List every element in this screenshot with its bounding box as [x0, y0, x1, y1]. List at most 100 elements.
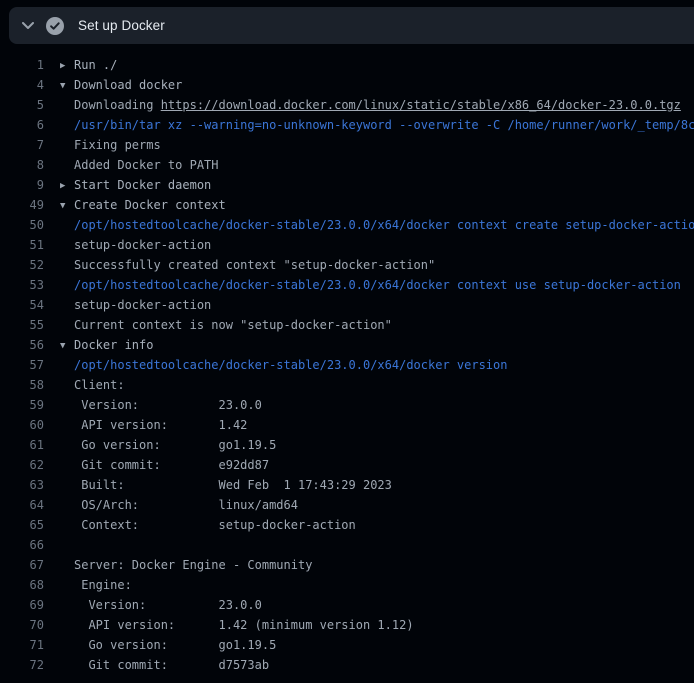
group-title[interactable]: Create Docker context [74, 198, 226, 212]
log-text: Added Docker to PATH [74, 158, 219, 172]
log-line: 65 Context: setup-docker-action [0, 515, 694, 535]
log-line: 1 ▶Run ./ [0, 55, 694, 75]
line-content: /usr/bin/tar xz --warning=no-unknown-key… [60, 115, 694, 135]
line-number[interactable]: 51 [0, 235, 44, 255]
log-text: Git commit: e92dd87 [74, 458, 269, 472]
line-content: Successfully created context "setup-dock… [60, 255, 435, 275]
line-number[interactable]: 1 [0, 55, 44, 75]
line-number[interactable]: 67 [0, 555, 44, 575]
log-line: 68 Engine: [0, 575, 694, 595]
log-line: 62 Git commit: e92dd87 [0, 455, 694, 475]
line-number[interactable]: 68 [0, 575, 44, 595]
line-number[interactable]: 7 [0, 135, 44, 155]
caret-right-icon[interactable]: ▶ [60, 56, 74, 76]
command-text: /opt/hostedtoolcache/docker-stable/23.0.… [74, 278, 681, 292]
log-line: 54 setup-docker-action [0, 295, 694, 315]
line-content: API version: 1.42 (minimum version 1.12) [60, 615, 414, 635]
line-content: setup-docker-action [60, 295, 211, 315]
log-text: Version: 23.0.0 [74, 598, 262, 612]
line-content [60, 535, 74, 555]
line-content: /opt/hostedtoolcache/docker-stable/23.0.… [60, 275, 681, 295]
log-line: 67Server: Docker Engine - Community [0, 555, 694, 575]
command-text: /opt/hostedtoolcache/docker-stable/23.0.… [74, 358, 507, 372]
line-number[interactable]: 50 [0, 215, 44, 235]
log-line: 9 ▶Start Docker daemon [0, 175, 694, 195]
line-number[interactable]: 53 [0, 275, 44, 295]
log-text: setup-docker-action [74, 238, 211, 252]
group-title[interactable]: Download docker [74, 78, 182, 92]
line-number[interactable]: 60 [0, 415, 44, 435]
caret-right-icon[interactable]: ▶ [60, 176, 74, 196]
log-line: 69 Version: 23.0.0 [0, 595, 694, 615]
caret-down-icon[interactable]: ▼ [60, 76, 74, 96]
line-content: Current context is now "setup-docker-act… [60, 315, 392, 335]
line-number[interactable]: 70 [0, 615, 44, 635]
group-title[interactable]: Start Docker daemon [74, 178, 211, 192]
line-content: Version: 23.0.0 [60, 595, 262, 615]
log-text: Engine: [74, 578, 132, 592]
line-content: Git commit: e92dd87 [60, 455, 269, 475]
line-content: OS/Arch: linux/amd64 [60, 495, 298, 515]
log-text: Current context is now "setup-docker-act… [74, 318, 392, 332]
line-number[interactable]: 61 [0, 435, 44, 455]
log-text: OS/Arch: linux/amd64 [74, 498, 298, 512]
log-line: 57/opt/hostedtoolcache/docker-stable/23.… [0, 355, 694, 375]
line-content: /opt/hostedtoolcache/docker-stable/23.0.… [60, 215, 694, 235]
line-content: setup-docker-action [60, 235, 211, 255]
line-number[interactable]: 6 [0, 115, 44, 135]
log-text: Downloading [74, 98, 161, 112]
download-url-link[interactable]: https://download.docker.com/linux/static… [161, 98, 681, 112]
line-content: ▶Run ./ [60, 55, 117, 75]
check-circle-icon [46, 17, 64, 35]
line-number[interactable]: 9 [0, 175, 44, 195]
line-number[interactable]: 63 [0, 475, 44, 495]
log-text: Fixing perms [74, 138, 161, 152]
log-text: Go version: go1.19.5 [74, 438, 276, 452]
line-number[interactable]: 57 [0, 355, 44, 375]
group-title[interactable]: Docker info [74, 338, 153, 352]
log-text: API version: 1.42 (minimum version 1.12) [74, 618, 414, 632]
log-line: 70 API version: 1.42 (minimum version 1.… [0, 615, 694, 635]
line-content: ▼Docker info [60, 335, 153, 355]
line-number[interactable]: 4 [0, 75, 44, 95]
line-content: Version: 23.0.0 [60, 395, 262, 415]
log-text: Git commit: d7573ab [74, 658, 269, 672]
line-number[interactable]: 65 [0, 515, 44, 535]
line-number[interactable]: 52 [0, 255, 44, 275]
step-title: Set up Docker [78, 18, 165, 33]
caret-down-icon[interactable]: ▼ [60, 336, 74, 356]
caret-down-icon[interactable]: ▼ [60, 196, 74, 216]
line-content: /opt/hostedtoolcache/docker-stable/23.0.… [60, 355, 507, 375]
log-line: 59 Version: 23.0.0 [0, 395, 694, 415]
line-number[interactable]: 49 [0, 195, 44, 215]
line-number[interactable]: 72 [0, 655, 44, 675]
line-number[interactable]: 59 [0, 395, 44, 415]
line-content: ▶Start Docker daemon [60, 175, 211, 195]
line-content: Engine: [60, 575, 132, 595]
command-text: /usr/bin/tar xz --warning=no-unknown-key… [74, 118, 694, 132]
line-content: Client: [60, 375, 125, 395]
line-number[interactable]: 56 [0, 335, 44, 355]
line-number[interactable]: 64 [0, 495, 44, 515]
log-line: 72 Git commit: d7573ab [0, 655, 694, 675]
log-line: 61 Go version: go1.19.5 [0, 435, 694, 455]
line-number[interactable]: 69 [0, 595, 44, 615]
log-line: 52 Successfully created context "setup-do… [0, 255, 694, 275]
log-line: 7 Fixing perms [0, 135, 694, 155]
line-content: Fixing perms [60, 135, 161, 155]
line-content: Go version: go1.19.5 [60, 635, 276, 655]
line-number[interactable]: 62 [0, 455, 44, 475]
chevron-down-icon[interactable] [21, 19, 35, 33]
line-number[interactable]: 71 [0, 635, 44, 655]
command-text: /opt/hostedtoolcache/docker-stable/23.0.… [74, 218, 694, 232]
line-number[interactable]: 8 [0, 155, 44, 175]
log-line: 6/usr/bin/tar xz --warning=no-unknown-ke… [0, 115, 694, 135]
log-line: 66 [0, 535, 694, 555]
step-header[interactable]: Set up Docker [9, 7, 694, 44]
line-number[interactable]: 5 [0, 95, 44, 115]
line-number[interactable]: 54 [0, 295, 44, 315]
group-title[interactable]: Run ./ [74, 58, 117, 72]
line-number[interactable]: 66 [0, 535, 44, 555]
line-number[interactable]: 58 [0, 375, 44, 395]
line-number[interactable]: 55 [0, 315, 44, 335]
